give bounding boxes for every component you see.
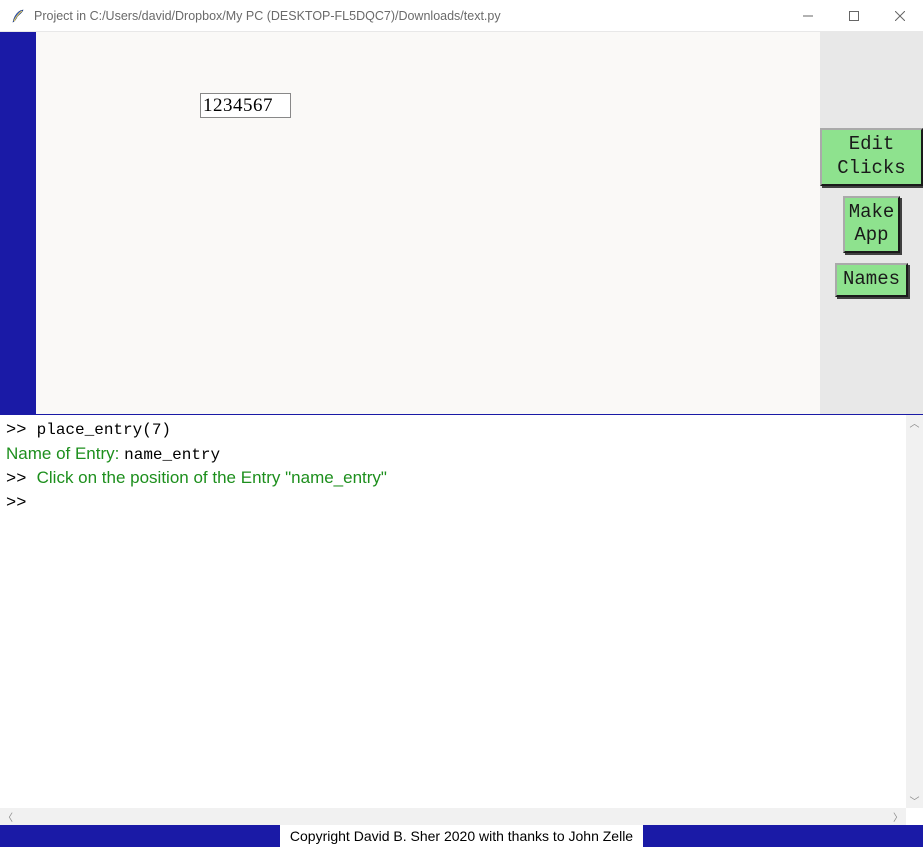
scroll-down-icon[interactable]: ﹀ xyxy=(910,793,920,808)
console-line: >> Click on the position of the Entry "n… xyxy=(6,467,900,492)
minimize-button[interactable] xyxy=(785,0,831,31)
close-button[interactable] xyxy=(877,0,923,31)
left-gutter xyxy=(0,32,36,414)
window-title: Project in C:/Users/david/Dropbox/My PC … xyxy=(34,0,785,32)
console-label: Name of Entry: xyxy=(6,444,124,463)
footer: Copyright David B. Sher 2020 with thanks… xyxy=(0,825,923,847)
scroll-left-icon[interactable]: 〈 xyxy=(3,809,13,824)
make-app-button[interactable]: Make App xyxy=(843,196,901,254)
maximize-button[interactable] xyxy=(831,0,877,31)
console-output[interactable]: >> place_entry(7) Name of Entry: name_en… xyxy=(0,415,906,808)
console-line: >> place_entry(7) xyxy=(6,418,900,443)
window-titlebar: Project in C:/Users/david/Dropbox/My PC … xyxy=(0,0,923,32)
prompt: >> xyxy=(6,421,37,440)
console-value: name_entry xyxy=(124,446,220,464)
edit-clicks-button[interactable]: Edit Clicks xyxy=(820,128,923,186)
sidebar: Edit Clicks Make App Names xyxy=(820,32,923,414)
blue-frame: 1234567 Edit Clicks Make App Names xyxy=(0,32,923,414)
console-text: Click on the position of the Entry "name… xyxy=(37,468,387,487)
console-panel: >> place_entry(7) Name of Entry: name_en… xyxy=(0,414,923,825)
graphics-canvas[interactable]: 1234567 xyxy=(36,32,820,414)
name-entry-input[interactable]: 1234567 xyxy=(200,93,291,118)
copyright-label: Copyright David B. Sher 2020 with thanks… xyxy=(280,825,643,847)
console-line: Name of Entry: name_entry xyxy=(6,443,900,467)
prompt: >> xyxy=(6,494,26,513)
console-line: >> xyxy=(6,491,900,516)
scroll-right-icon[interactable]: 〉 xyxy=(893,809,903,824)
vertical-scrollbar[interactable]: ︿ ﹀ xyxy=(906,415,923,808)
names-button[interactable]: Names xyxy=(835,263,908,297)
python-feather-icon xyxy=(10,8,26,24)
prompt: >> xyxy=(6,470,37,489)
horizontal-scrollbar[interactable]: 〈 〉 xyxy=(0,808,906,825)
app-upper-panel: 1234567 Edit Clicks Make App Names xyxy=(0,32,923,414)
console-text: place_entry(7) xyxy=(37,421,171,439)
window-controls xyxy=(785,0,923,31)
scroll-up-icon[interactable]: ︿ xyxy=(910,415,920,430)
